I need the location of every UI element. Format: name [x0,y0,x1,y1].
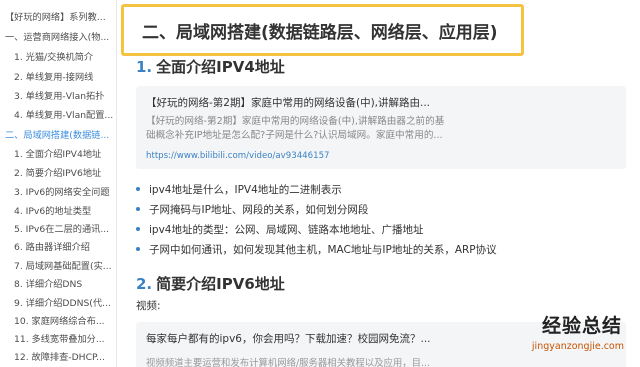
toc-item-2-8[interactable]: 8. 详细介绍DNS [14,276,114,294]
toc-item-2-4[interactable]: 4. IPv6的地址类型 [14,203,114,221]
toc-item-2-10[interactable]: 10. 家庭网络综合布... [14,313,114,331]
bullet-dot-icon [136,247,140,251]
list-item: 子网中如何通讯，如何发现其他主机，MAC地址与IP地址的关系，ARP协议 [136,240,497,260]
video-link-card[interactable]: 【好玩的网络-第2期】家庭中常用的网络设备(中),讲解路由... 【好玩的网络-… [136,86,626,169]
toc-item-2-12[interactable]: 12. 故障排查-DHCP... [14,349,114,367]
card-url-link[interactable]: https://www.bilibili.com/video/av9344615… [146,151,330,161]
toc-item-series[interactable]: 【好玩的网络】系列教... [5,9,114,27]
bullet-dot-icon [136,227,140,231]
list-item-text: ipv4地址是什么，IPV4地址的二进制表示 [149,184,342,196]
list-item-text: 子网掩码与IP地址、网段的关系，如何划分网段 [149,204,369,216]
toc-item-chapter-2[interactable]: 二、局域网搭建(数据链... [5,127,114,145]
list-item: ipv4地址是什么，IPV4地址的二进制表示 [136,180,342,200]
video-label: 视频: [136,300,161,312]
toc-item-2-7[interactable]: 7. 局域网基础配置(实... [14,258,114,276]
card-title[interactable]: 每家每户都有的ipv6，你会用吗？下载加速？校园网免流？... [146,331,431,346]
toc-item-1-1[interactable]: 1. 光猫/交换机简介 [14,49,114,67]
toc-item-2-6[interactable]: 6. 路由器详细介绍 [14,239,114,257]
card-description: 视频频道主要运营和发布计算机网络/服务器相关教程以及应用，目... [146,358,430,367]
card-title[interactable]: 【好玩的网络-第2期】家庭中常用的网络设备(中),讲解路由... [146,95,430,110]
toc-sidebar: 【好玩的网络】系列教... 一、运营商网络接入(物... 1. 光猫/交换机简介… [0,0,117,367]
list-item-text: ipv4地址的类型：公网、局域网、链路本地地址、广播地址 [149,224,424,236]
site-watermark: 经验总结 jingyanzongjie.com [484,311,634,361]
toc-item-2-9[interactable]: 9. 详细介绍DDNS(代... [14,295,114,313]
toc-item-2-11[interactable]: 11. 多线宽带叠加分... [14,331,114,349]
subsection-number: 1. [136,58,153,76]
subsection-number: 2. [136,275,153,293]
bullet-dot-icon [136,187,140,191]
list-item: 子网掩码与IP地址、网段的关系，如何划分网段 [136,200,368,220]
subsection-heading-ipv4: 1. 全面介绍IPV4地址 [136,56,285,77]
subsection-title: 简要介绍IPV6地址 [156,275,285,293]
toc-item-chapter-1[interactable]: 一、运营商网络接入(物... [5,29,114,47]
section-heading: 二、局域网搭建(数据链路层、网络层、应用层) [142,23,498,43]
heading-highlight-box: 二、局域网搭建(数据链路层、网络层、应用层) [121,4,524,56]
subsection-title: 全面介绍IPV4地址 [156,58,285,76]
list-item-text: 子网中如何通讯，如何发现其他主机，MAC地址与IP地址的关系，ARP协议 [149,244,497,256]
toc-item-1-3[interactable]: 3. 单线复用-Vlan拓扑 [14,88,114,106]
subsection-heading-ipv6: 2. 简要介绍IPV6地址 [136,273,285,294]
toc-item-2-2[interactable]: 2. 简要介绍IPV6地址 [14,165,114,183]
list-item: ipv4地址的类型：公网、局域网、链路本地地址、广播地址 [136,220,423,240]
toc-item-2-3[interactable]: 3. IPv6的网络安全问题 [14,184,114,202]
toc-item-2-5[interactable]: 5. IPv6在二层的通讯... [14,221,114,239]
watermark-title: 经验总结 [541,315,622,337]
toc-item-1-4[interactable]: 4. 单线复用-Vlan配置... [14,107,114,125]
bullet-dot-icon [136,207,140,211]
card-description: 【好玩的网络-第2期】家庭中常用的网络设备(中),讲解路由器之前的基础概念补充I… [146,116,445,141]
toc-item-1-2[interactable]: 2. 单线复用-接网线 [14,69,114,87]
toc-item-2-1[interactable]: 1. 全面介绍IPV4地址 [14,146,114,164]
watermark-url: jingyanzongjie.com [531,341,624,352]
